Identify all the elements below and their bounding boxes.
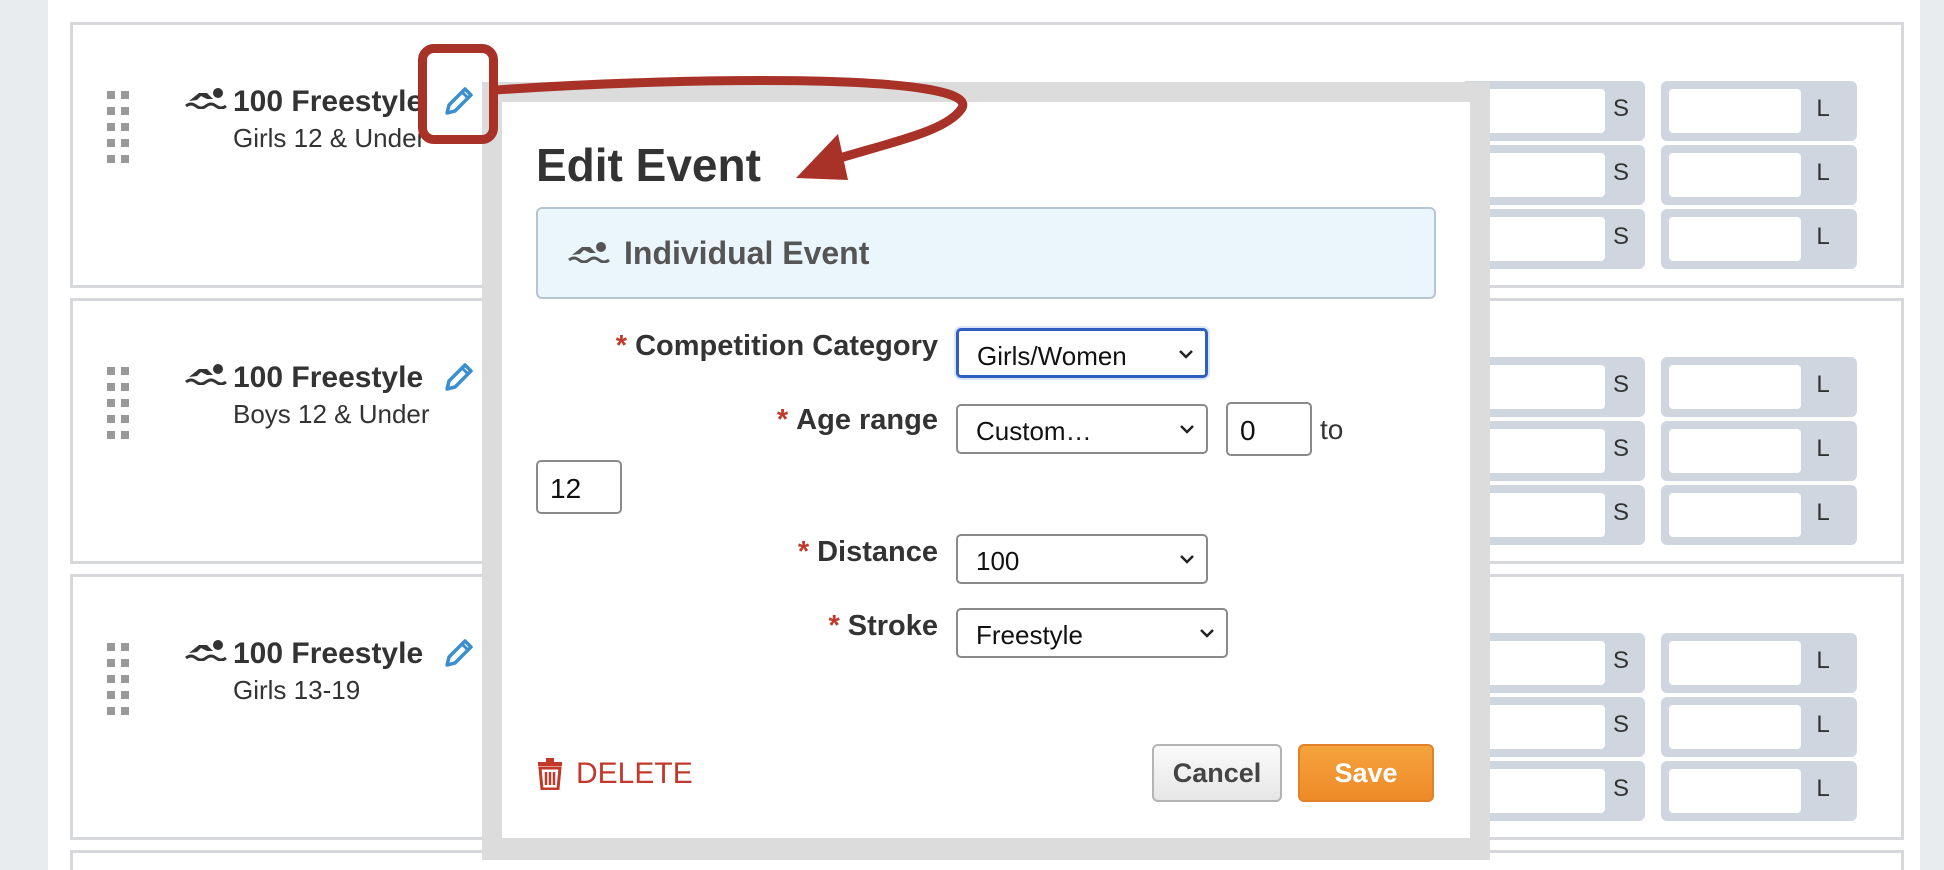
annotation-arrow [491, 76, 968, 180]
